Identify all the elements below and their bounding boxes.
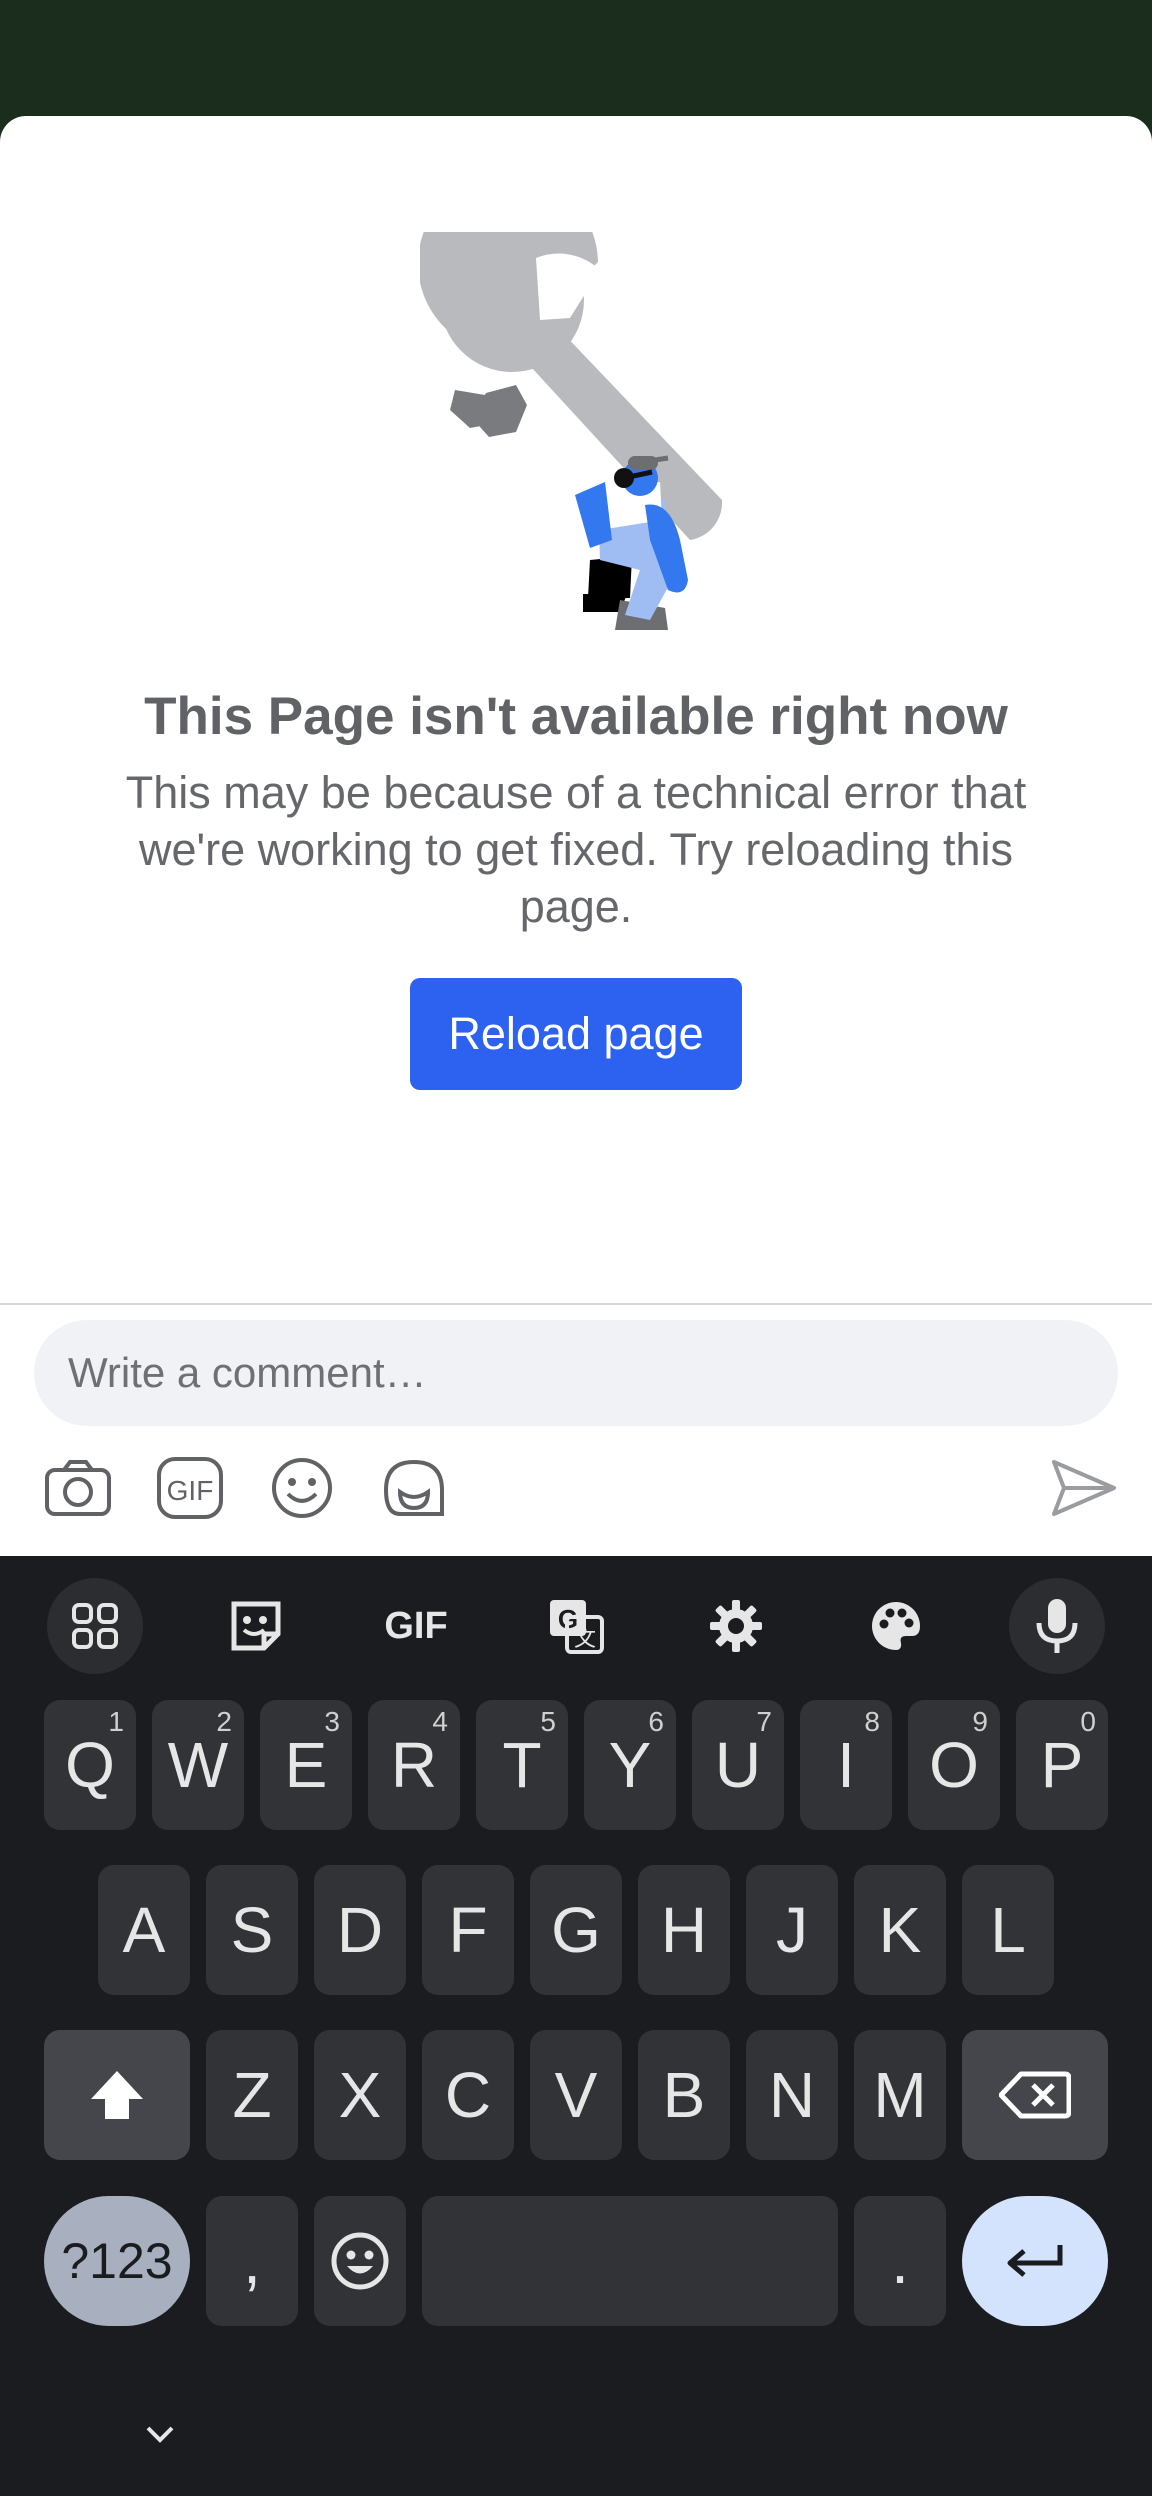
key-f[interactable]: F — [422, 1865, 514, 1995]
maintenance-illustration — [420, 232, 723, 630]
gif-icon[interactable]: GIF — [156, 1456, 224, 1520]
gif-icon[interactable]: GIF — [368, 1578, 464, 1674]
key-a[interactable]: A — [98, 1865, 190, 1995]
composer-divider — [0, 1303, 1152, 1305]
key-label: Y — [608, 1729, 652, 1801]
key-hint: 9 — [972, 1706, 988, 1737]
key-j[interactable]: J — [746, 1865, 838, 1995]
key-label: O — [929, 1729, 979, 1801]
comment-input[interactable]: Write a comment… — [34, 1320, 1118, 1426]
key-y[interactable]: Y6 — [584, 1700, 676, 1830]
key-hint: 2 — [216, 1706, 232, 1737]
key-hint: 7 — [756, 1706, 772, 1737]
key-d[interactable]: D — [314, 1865, 406, 1995]
translate-icon[interactable]: G文 — [528, 1578, 624, 1674]
key-label: T — [502, 1729, 542, 1801]
key-s[interactable]: S — [206, 1865, 298, 1995]
shift-key[interactable] — [44, 2030, 190, 2160]
theme-palette-icon[interactable] — [848, 1578, 944, 1674]
key-z[interactable]: Z — [206, 2030, 298, 2160]
key-r[interactable]: R4 — [368, 1700, 460, 1830]
key-v[interactable]: V — [530, 2030, 622, 2160]
key-label: W — [167, 1729, 229, 1801]
shift-icon — [91, 2071, 143, 2119]
keyboard-hide-chevron-icon[interactable] — [140, 2414, 180, 2454]
key-label: P — [1040, 1729, 1084, 1801]
avatar-sticker-icon[interactable] — [380, 1456, 448, 1520]
key-e[interactable]: E3 — [260, 1700, 352, 1830]
camera-icon[interactable] — [44, 1456, 112, 1520]
error-message: This may be because of a technical error… — [125, 767, 1027, 932]
key-q[interactable]: Q1 — [44, 1700, 136, 1830]
apps-grid-icon[interactable] — [47, 1578, 143, 1674]
period-key[interactable]: . — [854, 2196, 946, 2326]
key-hint: 0 — [1080, 1706, 1096, 1737]
key-x[interactable]: X — [314, 2030, 406, 2160]
reload-page-button[interactable]: Reload page — [410, 978, 742, 1090]
key-w[interactable]: W2 — [152, 1700, 244, 1830]
key-hint: 4 — [432, 1706, 448, 1737]
key-t[interactable]: T5 — [476, 1700, 568, 1830]
backspace-icon — [999, 2071, 1071, 2119]
key-label: Q — [65, 1729, 115, 1801]
key-k[interactable]: K — [854, 1865, 946, 1995]
key-i[interactable]: I8 — [800, 1700, 892, 1830]
status-bar-area — [0, 0, 1152, 118]
enter-key[interactable] — [962, 2196, 1108, 2326]
key-c[interactable]: C — [422, 2030, 514, 2160]
error-title: This Page isn't available right now — [144, 687, 1008, 746]
key-m[interactable]: M — [854, 2030, 946, 2160]
on-screen-keyboard — [0, 1556, 1152, 2496]
backspace-key[interactable] — [962, 2030, 1108, 2160]
enter-icon — [1007, 2245, 1063, 2277]
key-label: R — [390, 1729, 438, 1801]
key-label: U — [714, 1729, 762, 1801]
svg-text:GIF: GIF — [167, 1475, 214, 1506]
key-o[interactable]: O9 — [908, 1700, 1000, 1830]
microphone-icon[interactable] — [1009, 1578, 1105, 1674]
key-label: I — [837, 1729, 855, 1801]
key-hint: 5 — [540, 1706, 556, 1737]
sticker-icon[interactable] — [208, 1578, 304, 1674]
key-hint: 6 — [648, 1706, 664, 1737]
send-icon[interactable] — [1048, 1456, 1118, 1520]
key-h[interactable]: H — [638, 1865, 730, 1995]
settings-icon[interactable] — [688, 1578, 784, 1674]
key-label: E — [284, 1729, 328, 1801]
emoji-key[interactable] — [314, 2196, 406, 2326]
key-g[interactable]: G — [530, 1865, 622, 1995]
key-n[interactable]: N — [746, 2030, 838, 2160]
key-u[interactable]: U7 — [692, 1700, 784, 1830]
key-p[interactable]: P0 — [1016, 1700, 1108, 1830]
symbols-key[interactable]: ?123 — [44, 2196, 190, 2326]
emoji-icon[interactable] — [268, 1456, 336, 1520]
key-l[interactable]: L — [962, 1865, 1054, 1995]
key-hint: 3 — [324, 1706, 340, 1737]
key-hint: 1 — [108, 1706, 124, 1737]
emoji-icon — [331, 2232, 389, 2290]
svg-text:文: 文 — [574, 1626, 596, 1651]
key-hint: 8 — [864, 1706, 880, 1737]
key-b[interactable]: B — [638, 2030, 730, 2160]
space-key[interactable] — [422, 2196, 838, 2326]
comma-key[interactable]: , — [206, 2196, 298, 2326]
